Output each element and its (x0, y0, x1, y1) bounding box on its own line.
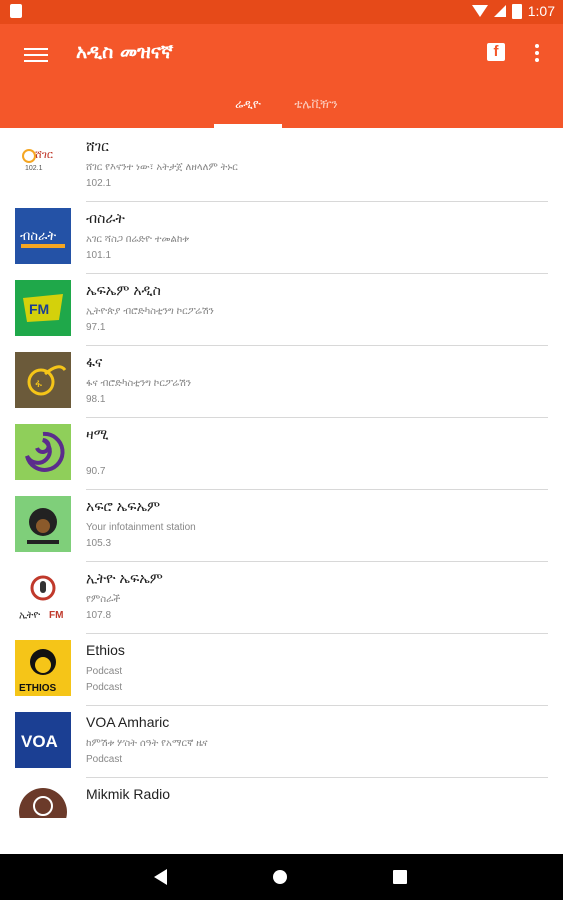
navigation-bar (0, 854, 563, 900)
notification-icon (10, 4, 22, 18)
list-item[interactable]: ETHIOS Ethios Podcast Podcast (0, 634, 563, 706)
list-item[interactable]: አፍሮ ኤፍኤም Your infotainment station 105.3 (0, 490, 563, 562)
list-item[interactable]: ፋ ፋና ፋና ብሮድካስቲንግ ኮርፖሬሽን 98.1 (0, 346, 563, 418)
station-name: ሸገር (86, 138, 109, 154)
back-icon[interactable] (154, 869, 167, 885)
station-frequency: 98.1 (86, 394, 106, 405)
tab-indicator (214, 124, 282, 128)
station-name: Ethios (86, 642, 125, 658)
station-name: VOA Amharic (86, 714, 170, 730)
station-frequency: Podcast (86, 682, 123, 693)
battery-icon (511, 3, 522, 19)
station-description: ሸገር የእናንተ ነው፣ አትታጀ ለዘላለም ትኑር (86, 162, 238, 173)
home-icon[interactable] (273, 870, 287, 884)
fm-addis-logo: FM (15, 280, 71, 336)
list-item[interactable]: VOA VOA Amharic ከምሽቱ ሦስት ሰዓት የአማርኛ ዜና Po… (0, 706, 563, 778)
svg-text:ፋ: ፋ (35, 377, 42, 390)
signal-icon (493, 5, 506, 17)
station-name: Mikmik Radio (86, 786, 171, 802)
station-description: የምስራች (86, 594, 121, 605)
svg-text:FM: FM (29, 301, 49, 317)
list-item[interactable]: ብስራት ብስራት አገር ሻስጋ በሬድዮ ተመልከቱ 101.1 (0, 202, 563, 274)
station-description: Your infotainment station (86, 522, 196, 533)
zami-logo (15, 424, 71, 480)
station-name: ኢትዮ ኤፍኤም (86, 570, 163, 586)
station-frequency: 105.3 (86, 538, 112, 549)
wifi-icon (471, 5, 488, 17)
ethios-logo: ETHIOS (15, 640, 71, 696)
station-description: አገር ሻስጋ በሬድዮ ተመልከቱ (86, 234, 190, 245)
station-list: ሸገር 102.1 ሸገር ሸገር የእናንተ ነው፣ አትታጀ ለዘላለም ት… (0, 130, 563, 818)
list-item[interactable]: ሸገር 102.1 ሸገር ሸገር የእናንተ ነው፣ አትታጀ ለዘላለም ት… (0, 130, 563, 202)
station-description: Podcast (86, 666, 123, 677)
svg-text:ሸገር: ሸገር (35, 148, 53, 161)
app-title: አዲስ መዝናኛ (76, 41, 173, 63)
list-item[interactable]: ኢትዮ FM ኢትዮ ኤፍኤም የምስራች 107.8 (0, 562, 563, 634)
tab-tv[interactable]: ቴሌቪዥን (282, 86, 350, 124)
menu-icon[interactable] (24, 44, 48, 68)
voa-logo: VOA (15, 712, 71, 768)
station-name: ብስራት (86, 210, 125, 226)
list-item[interactable]: Mikmik Radio (0, 778, 563, 818)
sheger-logo: ሸገር 102.1 (15, 136, 71, 192)
station-frequency: Podcast (86, 754, 123, 765)
more-options-icon[interactable] (535, 44, 539, 62)
station-name: አፍሮ ኤፍኤም (86, 498, 161, 514)
station-frequency: 107.8 (86, 610, 112, 621)
list-item[interactable]: FM ኤፍኤም አዲስ ኢትዮጵያ ብሮድካስቲንግ ኮርፖሬሽን 97.1 (0, 274, 563, 346)
station-name: ፋና (86, 354, 103, 370)
svg-text:ብስራት: ብስራት (20, 229, 56, 244)
fana-logo: ፋ (15, 352, 71, 408)
station-frequency: 102.1 (86, 178, 112, 189)
tab-radio[interactable]: ሬዲዮ (214, 86, 282, 124)
svg-text:ኢትዮ: ኢትዮ (19, 610, 40, 621)
facebook-icon[interactable]: f (487, 43, 505, 61)
station-name: ኤፍኤም አዲስ (86, 282, 161, 298)
station-description: ከምሽቱ ሦስት ሰዓት የአማርኛ ዜና (86, 738, 208, 749)
station-name: ዛሚ (86, 426, 109, 442)
station-frequency: 90.7 (86, 466, 106, 477)
svg-text:102.1: 102.1 (25, 165, 43, 172)
mikmik-logo (15, 784, 71, 818)
station-description: ፋና ብሮድካስቲንግ ኮርፖሬሽን (86, 378, 192, 389)
svg-text:FM: FM (49, 610, 63, 621)
tabs: ሬዲዮ ቴሌቪዥን (214, 86, 350, 124)
svg-text:VOA: VOA (21, 732, 58, 751)
station-description: ኢትዮጵያ ብሮድካስቲንግ ኮርፖሬሽን (86, 306, 214, 317)
station-frequency: 97.1 (86, 322, 106, 333)
list-item[interactable]: ዛሚ 90.7 (0, 418, 563, 490)
status-bar: 1:07 (0, 0, 563, 24)
clock: 1:07 (527, 3, 555, 19)
bisrat-logo: ብስራት (15, 208, 71, 264)
ethio-fm-logo: ኢትዮ FM (15, 568, 71, 624)
afro-fm-logo (15, 496, 71, 552)
svg-text:ETHIOS: ETHIOS (19, 683, 57, 694)
station-frequency: 101.1 (86, 250, 112, 261)
recents-icon[interactable] (393, 870, 407, 884)
